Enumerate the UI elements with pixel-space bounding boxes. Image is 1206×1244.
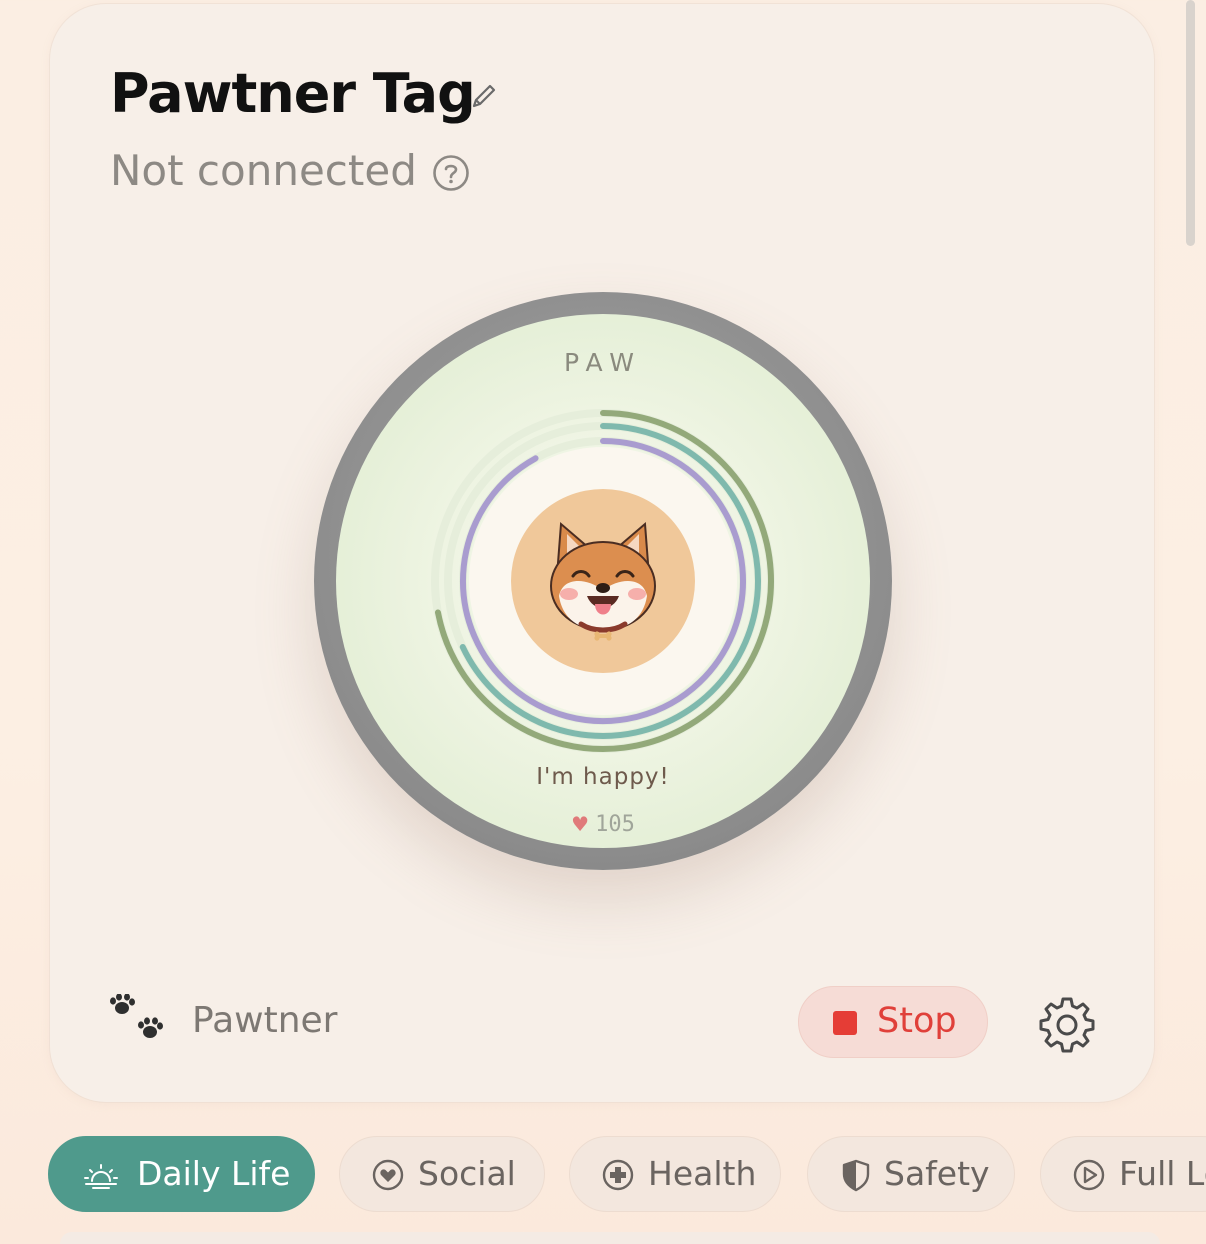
brand-label: Pawtner: [192, 1000, 338, 1041]
next-card-edge: [60, 1232, 1160, 1244]
gear-icon[interactable]: [1036, 994, 1098, 1056]
tab-daily-life[interactable]: Daily Life: [48, 1136, 315, 1212]
pencil-icon[interactable]: [468, 80, 500, 112]
heart-rate: ♥ 105: [314, 812, 892, 837]
play-circle-icon: [1073, 1159, 1105, 1191]
help-icon[interactable]: [432, 154, 470, 192]
tab-label: Safety: [884, 1154, 990, 1193]
shield-icon: [842, 1159, 870, 1192]
tab-social[interactable]: Social: [339, 1136, 545, 1212]
pet-tag-device: PAW I'm happy! ♥ 105: [314, 292, 892, 870]
stop-icon: [833, 1011, 857, 1035]
tab-label: Health: [648, 1154, 757, 1193]
heart-rate-value: 105: [595, 812, 635, 837]
mood-text: I'm happy!: [536, 764, 670, 790]
connection-status: Not connected: [110, 146, 417, 195]
sunrise-icon: [84, 1164, 118, 1189]
heart-circle-icon: [372, 1159, 404, 1191]
tab-health[interactable]: Health: [569, 1136, 781, 1212]
paw-prints-icon: [110, 994, 163, 1038]
tab-full-log[interactable]: Full Lo: [1040, 1136, 1206, 1212]
plus-circle-icon: [602, 1159, 634, 1191]
category-tabs: Daily Life Social Health Safety Full Lo: [0, 1136, 1206, 1216]
stop-button[interactable]: Stop: [798, 986, 988, 1058]
tab-safety[interactable]: Safety: [807, 1136, 1015, 1212]
scrollbar[interactable]: [1186, 0, 1195, 246]
tab-label: Full Lo: [1119, 1154, 1206, 1193]
page-title: Pawtner Tag: [110, 62, 476, 125]
heart-icon: ♥: [571, 812, 590, 836]
tab-label: Social: [418, 1154, 516, 1193]
tab-label: Daily Life: [137, 1154, 291, 1193]
stop-button-label: Stop: [877, 1001, 957, 1041]
